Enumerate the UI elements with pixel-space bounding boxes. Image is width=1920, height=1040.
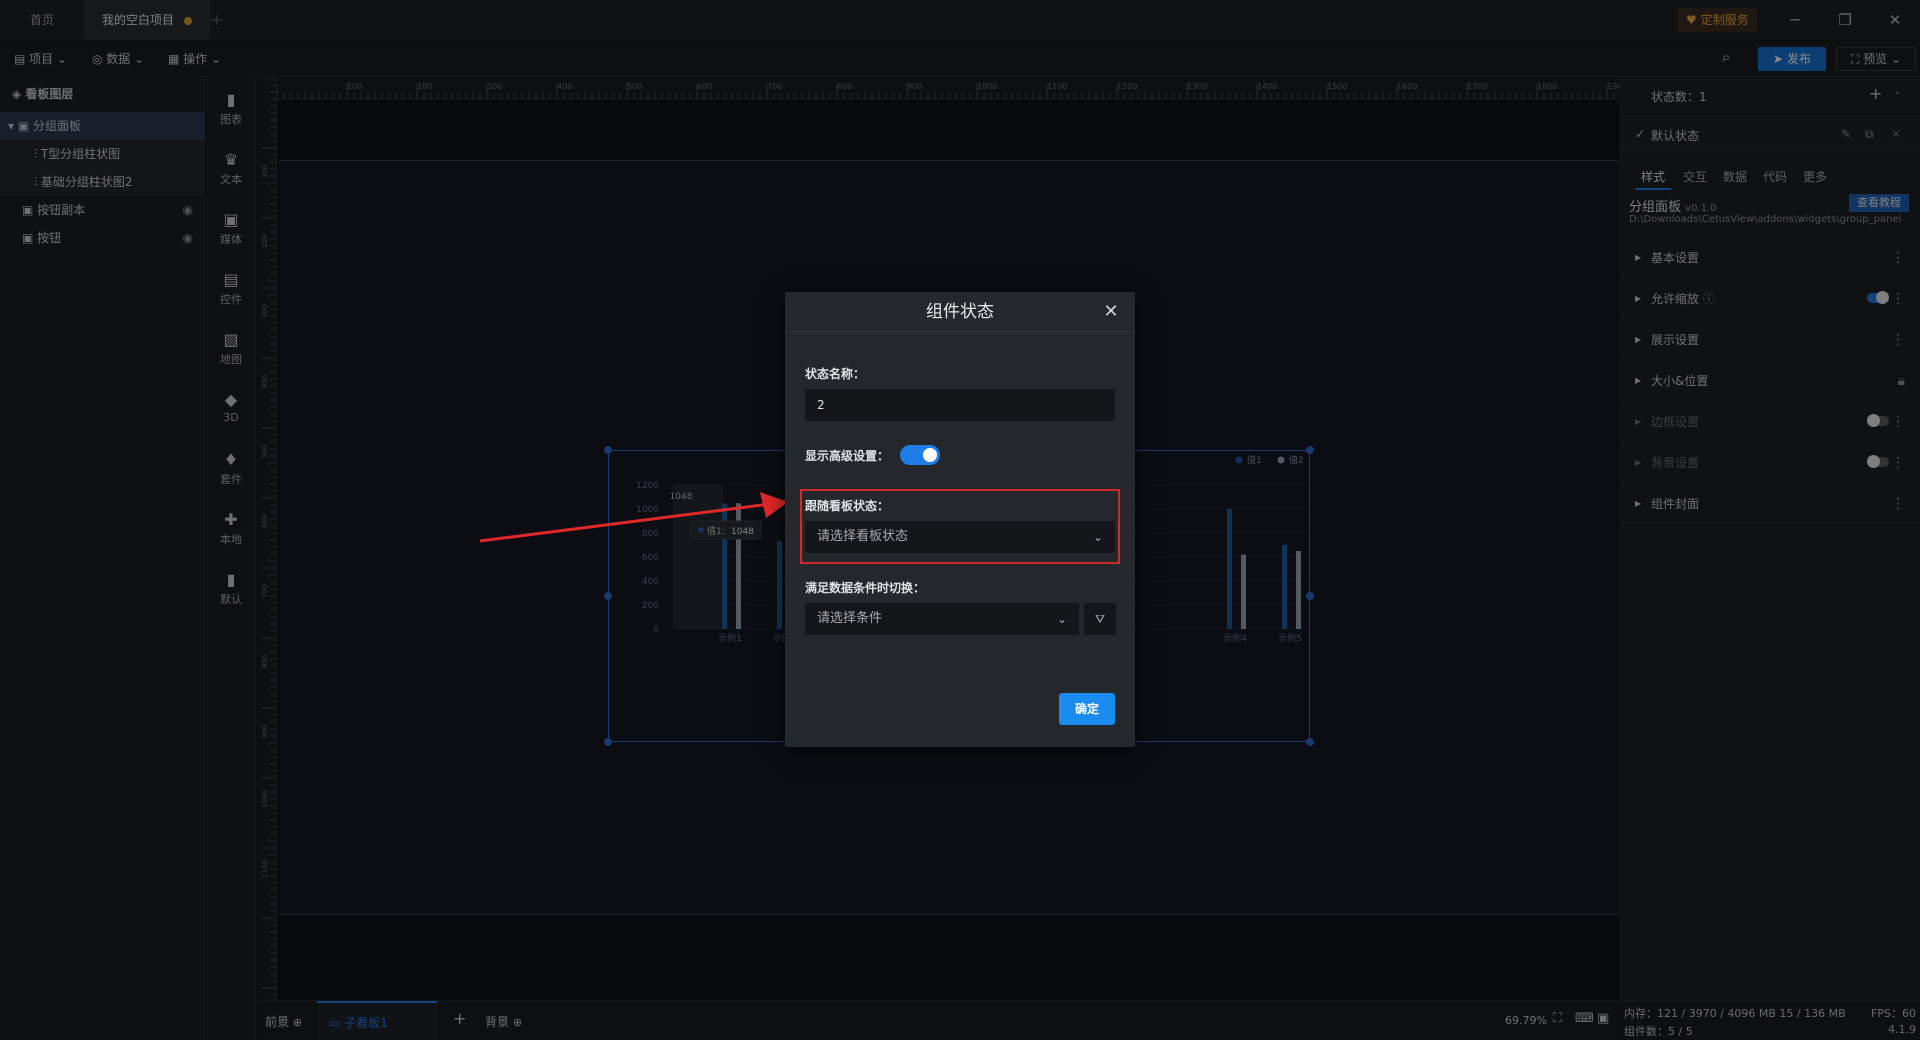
condition-switch-label: 满足数据条件时切换： <box>805 581 926 595</box>
advanced-settings-label: 显示高级设置： <box>805 449 890 463</box>
component-state-dialog: 组件状态 ✕ 状态名称： 2 显示高级设置： 跟随看板状态： 请选择看板状态 ⌄ … <box>785 292 1135 747</box>
chevron-down-icon: ⌄ <box>1056 612 1067 626</box>
condition-select[interactable]: 请选择条件 ⌄ <box>805 603 1079 635</box>
state-name-input[interactable]: 2 <box>805 389 1115 421</box>
arrow-line <box>479 502 771 543</box>
state-name-label: 状态名称： <box>805 367 866 381</box>
advanced-settings-toggle[interactable] <box>900 445 940 465</box>
dialog-title: 组件状态 <box>926 302 994 322</box>
follow-board-state-label: 跟随看板状态： <box>805 499 890 513</box>
filter-edit-icon[interactable]: ⛛ <box>1084 603 1116 635</box>
confirm-button[interactable]: 确定 <box>1059 693 1115 725</box>
close-icon[interactable]: ✕ <box>1099 300 1123 324</box>
arrow-head <box>760 492 788 518</box>
annotation-arrow <box>479 492 788 543</box>
dialog-header: 组件状态 ✕ <box>785 292 1135 332</box>
condition-placeholder: 请选择条件 <box>817 611 883 626</box>
chevron-down-icon: ⌄ <box>1092 530 1103 544</box>
board-state-placeholder: 请选择看板状态 <box>817 529 909 544</box>
board-state-select[interactable]: 请选择看板状态 ⌄ <box>805 521 1115 553</box>
